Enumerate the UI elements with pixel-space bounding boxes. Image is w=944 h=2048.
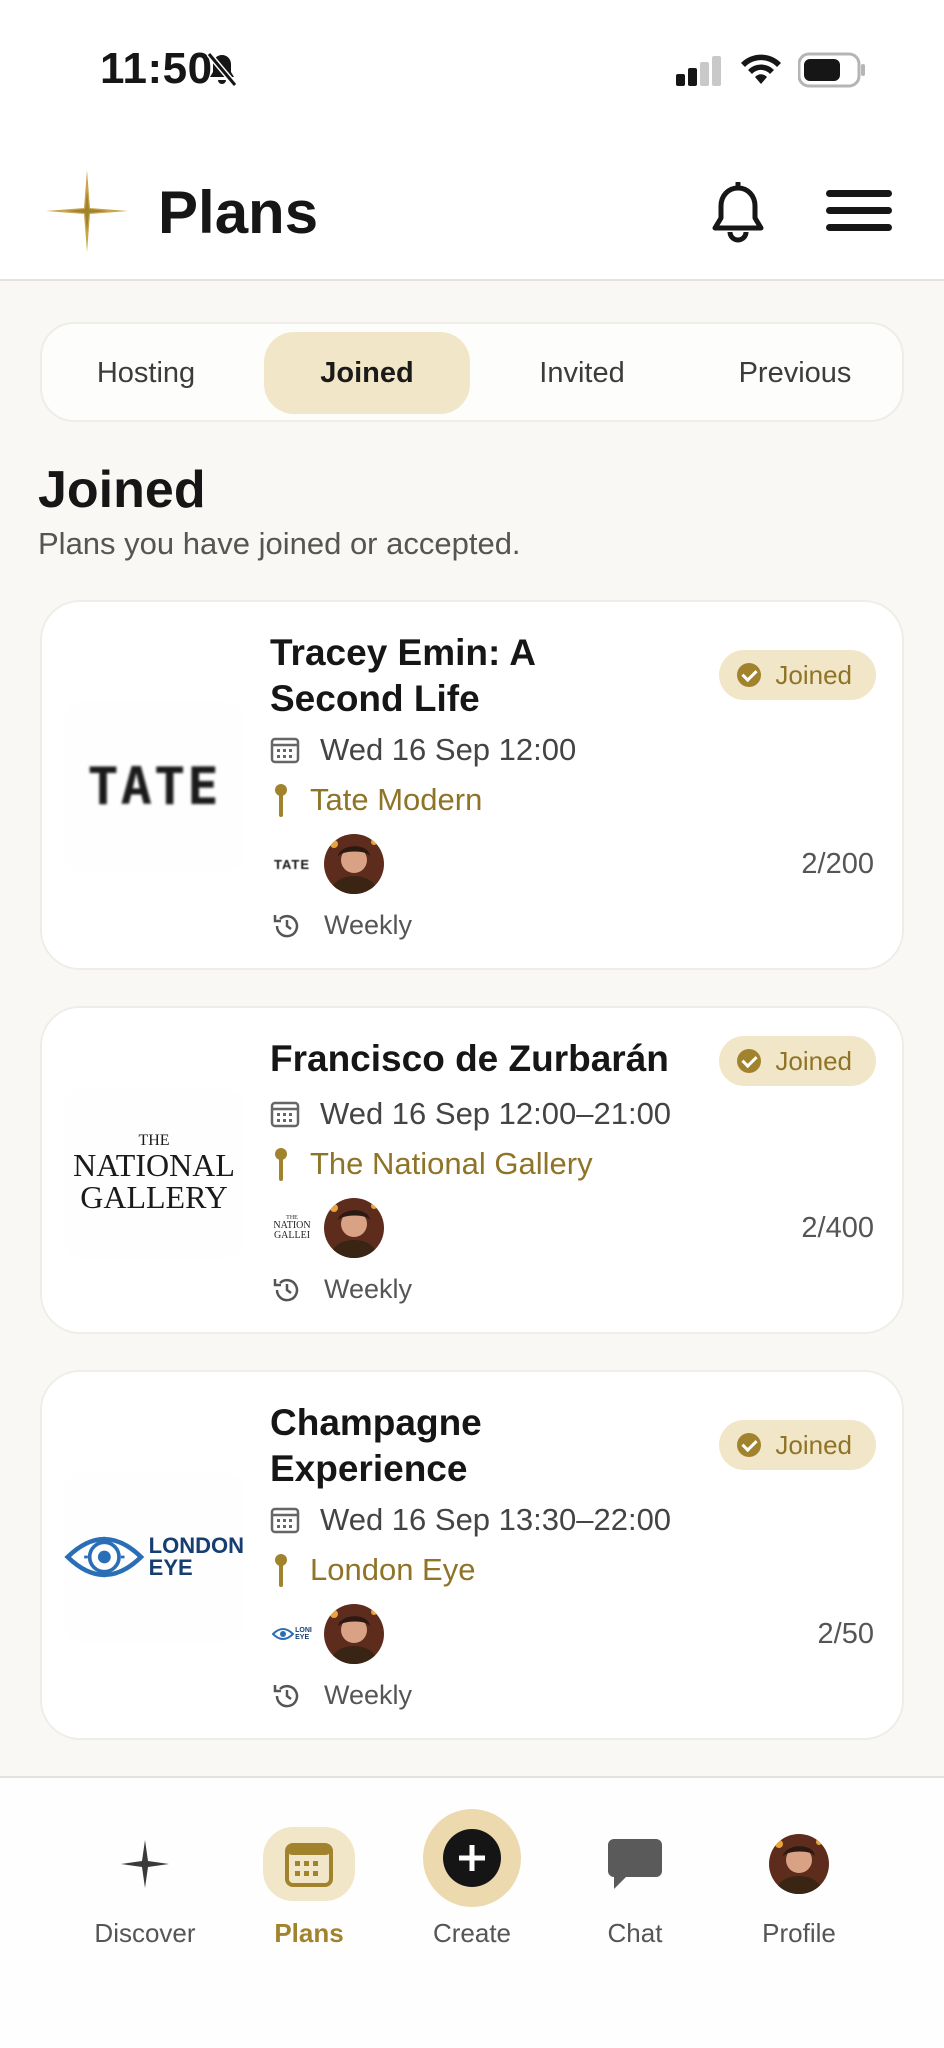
- status-bar: 11:50: [0, 0, 944, 140]
- nav-chat[interactable]: Chat: [560, 1816, 710, 1949]
- recurrence-text: Weekly: [324, 1274, 413, 1304]
- nav-discover[interactable]: Discover: [70, 1816, 220, 1949]
- joined-badge: Joined: [719, 1420, 876, 1470]
- nav-label: Chat: [607, 1918, 663, 1948]
- plan-venue-text: London Eye: [310, 1552, 476, 1587]
- plan-date: Wed 16 Sep 13:30–22:00: [270, 1502, 671, 1538]
- notifications-button[interactable]: [708, 180, 768, 244]
- calendar-icon: [270, 1101, 300, 1128]
- history-icon: [273, 914, 299, 937]
- nav-profile[interactable]: Profile: [724, 1816, 874, 1949]
- history-icon: [273, 1684, 299, 1707]
- section-subtitle: Plans you have joined or accepted.: [38, 526, 521, 561]
- nav-plans[interactable]: Plans: [234, 1816, 384, 1949]
- attendee-avatars[interactable]: LONI EYE: [270, 1602, 390, 1666]
- plan-venue-link[interactable]: London Eye: [270, 1552, 475, 1588]
- hamburger-menu-button[interactable]: [826, 190, 896, 236]
- venue-mini-logo: THE NATION GALLEI: [273, 1215, 311, 1241]
- venue-mini-logo: TATE: [273, 856, 310, 872]
- plan-title: Champagne Experience: [270, 1402, 482, 1489]
- attendee-count: 2/50: [817, 1618, 874, 1650]
- bell-off-icon: [206, 52, 238, 87]
- nav-label: Profile: [762, 1918, 836, 1948]
- status-time: 11:50: [100, 44, 213, 93]
- chat-bubble-icon: [608, 1839, 662, 1889]
- london-eye-logo-icon: [64, 1536, 145, 1578]
- section-title: Joined: [38, 461, 206, 519]
- plan-card[interactable]: LONDON EYE Champagne Experience Joined W…: [40, 1370, 904, 1740]
- plan-date-text: Wed 16 Sep 12:00: [320, 732, 577, 767]
- bottom-navigation: Discover Plans Create Chat Profile: [0, 1776, 944, 2048]
- london-eye-mini-icon: [272, 1628, 295, 1640]
- recurrence-text: Weekly: [324, 1680, 413, 1710]
- plan-venue-link[interactable]: Tate Modern: [270, 782, 482, 818]
- avatar: [322, 1602, 386, 1666]
- plan-venue-text: The National Gallery: [310, 1146, 593, 1181]
- menu-line: [826, 224, 892, 231]
- tab-invited[interactable]: Invited: [482, 332, 682, 414]
- calendar-icon: [285, 1843, 333, 1887]
- bell-icon: [712, 180, 764, 243]
- menu-line: [826, 207, 892, 214]
- check-circle-icon: [737, 1049, 762, 1073]
- check-circle-icon: [737, 1433, 762, 1457]
- plan-title: Tracey Emin: A Second Life: [270, 632, 535, 719]
- attendee-avatars[interactable]: TATE: [270, 832, 390, 896]
- pin-icon: [275, 1148, 287, 1181]
- plans-tabs: Hosting Joined Invited Previous: [40, 322, 904, 422]
- pin-icon: [275, 784, 287, 817]
- wifi-icon: [741, 54, 781, 84]
- history-icon: [273, 1278, 299, 1301]
- check-circle-icon: [737, 663, 762, 687]
- sparkle-logo-icon: [46, 170, 128, 252]
- nav-label: Create: [432, 1918, 512, 1948]
- plan-date-text: Wed 16 Sep 13:30–22:00: [320, 1502, 672, 1537]
- nav-create[interactable]: Create: [397, 1804, 547, 1949]
- venue-logo: THE NATIONAL GALLERY: [64, 1088, 244, 1258]
- nav-label: Discover: [94, 1918, 196, 1948]
- tab-joined[interactable]: Joined: [264, 332, 470, 414]
- attendee-avatars[interactable]: THE NATION GALLEI: [270, 1196, 390, 1260]
- venue-logo: TATE: [64, 702, 244, 872]
- sparkle-icon: [121, 1840, 169, 1888]
- pin-icon: [275, 1554, 287, 1587]
- plan-recurrence: Weekly: [270, 1680, 412, 1711]
- plan-date: Wed 16 Sep 12:00: [270, 732, 576, 768]
- tate-logo-text: TATE: [87, 757, 221, 817]
- plan-recurrence: Weekly: [270, 910, 412, 941]
- plan-recurrence: Weekly: [270, 1274, 412, 1305]
- nav-label: Plans: [274, 1918, 344, 1948]
- battery-icon: [798, 52, 865, 88]
- plan-venue-text: Tate Modern: [310, 782, 483, 817]
- attendee-count: 2/200: [801, 848, 874, 880]
- plan-card[interactable]: THE NATIONAL GALLERY Francisco de Zurbar…: [40, 1006, 904, 1334]
- avatar: [769, 1834, 829, 1894]
- badge-label: Joined: [775, 1429, 852, 1460]
- recurrence-text: Weekly: [324, 910, 413, 940]
- badge-label: Joined: [775, 1045, 852, 1076]
- plan-date-text: Wed 16 Sep 12:00–21:00: [320, 1096, 672, 1131]
- avatar: [322, 1196, 386, 1260]
- calendar-icon: [270, 737, 300, 764]
- calendar-icon: [270, 1507, 300, 1534]
- joined-badge: Joined: [719, 1036, 876, 1086]
- plus-circle-icon: [443, 1829, 501, 1887]
- page-title: Plans: [158, 179, 319, 246]
- plan-venue-link[interactable]: The National Gallery: [270, 1146, 593, 1182]
- cellular-signal-icon: [676, 56, 721, 86]
- venue-mini-logo: LONI EYE: [270, 1620, 314, 1648]
- tab-hosting[interactable]: Hosting: [50, 332, 242, 414]
- attendee-count: 2/400: [801, 1212, 874, 1244]
- plan-card[interactable]: TATE Tracey Emin: A Second Life Joined W…: [40, 600, 904, 970]
- app-header: Plans: [0, 140, 944, 281]
- tab-previous[interactable]: Previous: [692, 332, 898, 414]
- menu-line: [826, 190, 892, 197]
- plan-title: Francisco de Zurbarán: [270, 1038, 669, 1079]
- venue-logo: LONDON EYE: [64, 1472, 244, 1642]
- joined-badge: Joined: [719, 650, 876, 700]
- badge-label: Joined: [775, 659, 852, 690]
- plan-date: Wed 16 Sep 12:00–21:00: [270, 1096, 671, 1132]
- avatar: [322, 832, 386, 896]
